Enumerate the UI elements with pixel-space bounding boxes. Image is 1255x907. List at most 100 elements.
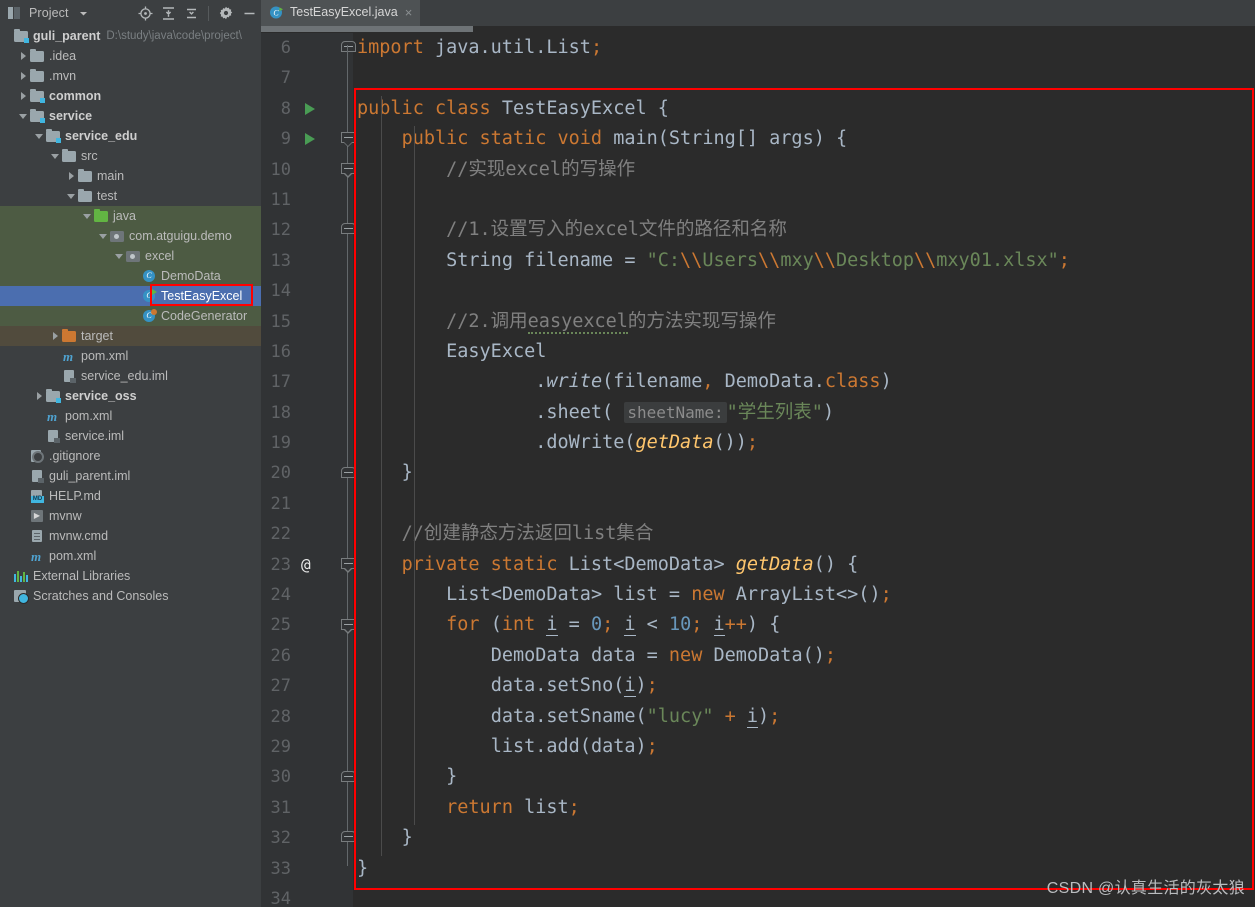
tree-item-label: TestEasyExcel — [161, 289, 243, 303]
tree-item-service[interactable]: service — [0, 106, 261, 126]
fold-expand-icon[interactable] — [341, 162, 356, 180]
collapse-all-icon[interactable] — [181, 3, 201, 23]
tree-arrow[interactable] — [18, 86, 29, 106]
tree-root-guli_parent[interactable]: guli_parent D:\study\java\code\project\ — [0, 26, 261, 46]
code-line-23[interactable]: private static List<DemoData> getData() … — [357, 550, 1255, 580]
tree-item-service.iml[interactable]: service.iml — [0, 426, 261, 446]
code-line-32[interactable]: } — [357, 823, 1255, 853]
tree-item-java[interactable]: java — [0, 206, 261, 226]
tree-item-main[interactable]: main — [0, 166, 261, 186]
code-editor[interactable]: 6 7 8 9 10 11 12 13 14 15 16 17 18 19 20 21 22 23 @24 25 26 2… — [261, 26, 1255, 907]
tree-item-pom.xml[interactable]: m pom.xml — [0, 346, 261, 366]
code-line-12[interactable]: //1.设置写入的excel文件的路径和名称 — [357, 215, 1255, 245]
code-line-9[interactable]: public static void main(String[] args) { — [357, 124, 1255, 154]
tree-item-.idea[interactable]: .idea — [0, 46, 261, 66]
tree-arrow[interactable] — [34, 386, 45, 406]
code-line-17[interactable]: .write(filename, DemoData.class) — [357, 367, 1255, 397]
chevron-down-icon[interactable] — [74, 3, 94, 23]
code-line-14[interactable] — [357, 276, 1255, 306]
scrollbar-thumb[interactable] — [261, 26, 473, 32]
expand-all-icon[interactable] — [158, 3, 178, 23]
tree-arrow[interactable] — [66, 186, 77, 206]
code-line-7[interactable] — [357, 63, 1255, 93]
tree-item-test[interactable]: test — [0, 186, 261, 206]
code-line-27[interactable]: data.setSno(i); — [357, 671, 1255, 701]
line-number: 22 — [270, 524, 291, 545]
tree-item-service_edu.iml[interactable]: service_edu.iml — [0, 366, 261, 386]
tree-item-excel[interactable]: excel — [0, 246, 261, 266]
code-line-28[interactable]: data.setSname("lucy" + i); — [357, 702, 1255, 732]
tree-item-com.atguigu.demo[interactable]: com.atguigu.demo — [0, 226, 261, 246]
run-gutter-icon[interactable] — [305, 133, 315, 146]
tree-arrow[interactable] — [66, 166, 77, 186]
fold-collapse-icon[interactable] — [341, 831, 356, 846]
tree-item-scratches-and-consoles[interactable]: Scratches and Consoles — [0, 586, 261, 606]
tree-arrow[interactable] — [18, 106, 29, 126]
run-gutter-icon[interactable] — [305, 102, 315, 115]
project-toolwindow-header[interactable]: Project — [0, 0, 261, 26]
code-text[interactable]: import java.util.List; public class Test… — [357, 33, 1255, 907]
fold-collapse-icon[interactable] — [341, 41, 356, 56]
tree-arrow[interactable] — [34, 126, 45, 146]
tree-item-pom.xml[interactable]: m pom.xml — [0, 546, 261, 566]
settings-gear-icon[interactable] — [216, 3, 236, 23]
tree-item-testeasyexcel[interactable]: C TestEasyExcel — [0, 286, 261, 306]
tree-arrow[interactable] — [82, 206, 93, 226]
tree-item-demodata[interactable]: C DemoData — [0, 266, 261, 286]
tree-item-help.md[interactable]: HELP.md — [0, 486, 261, 506]
code-line-29[interactable]: list.add(data); — [357, 732, 1255, 762]
fold-expand-icon[interactable] — [341, 557, 356, 575]
tree-item-mvnw.cmd[interactable]: mvnw.cmd — [0, 526, 261, 546]
code-line-25[interactable]: for (int i = 0; i < 10; i++) { — [357, 610, 1255, 640]
code-line-19[interactable]: .doWrite(getData()); — [357, 428, 1255, 458]
code-line-8[interactable]: public class TestEasyExcel { — [357, 94, 1255, 124]
tree-arrow[interactable] — [50, 146, 61, 166]
tree-item-service_edu[interactable]: service_edu — [0, 126, 261, 146]
tree-arrow[interactable] — [2, 26, 13, 46]
minimize-icon[interactable] — [239, 3, 259, 23]
code-line-26[interactable]: DemoData data = new DemoData(); — [357, 641, 1255, 671]
tree-arrow[interactable] — [98, 226, 109, 246]
close-icon[interactable]: × — [404, 6, 414, 19]
code-line-22[interactable]: //创建静态方法返回list集合 — [357, 519, 1255, 549]
code-line-24[interactable]: List<DemoData> list = new ArrayList<>(); — [357, 580, 1255, 610]
tree-item-target[interactable]: target — [0, 326, 261, 346]
code-line-13[interactable]: String filename = "C:\\Users\\mxy\\Deskt… — [357, 246, 1255, 276]
code-line-21[interactable] — [357, 489, 1255, 519]
tree-arrow[interactable] — [18, 66, 29, 86]
code-line-15[interactable]: //2.调用easyexcel的方法实现写操作 — [357, 307, 1255, 337]
tree-item-guli_parent.iml[interactable]: guli_parent.iml — [0, 466, 261, 486]
tree-item-external-libraries[interactable]: External Libraries — [0, 566, 261, 586]
code-line-10[interactable]: //实现excel的写操作 — [357, 155, 1255, 185]
code-line-11[interactable] — [357, 185, 1255, 215]
tree-item-label: target — [81, 329, 113, 343]
tree-arrow[interactable] — [114, 246, 125, 266]
code-line-31[interactable]: return list; — [357, 793, 1255, 823]
code-folding-column[interactable] — [339, 33, 357, 907]
tree-arrow[interactable] — [18, 46, 29, 66]
tree-item-service_oss[interactable]: service_oss — [0, 386, 261, 406]
tree-item-src[interactable]: src — [0, 146, 261, 166]
tree-item-pom.xml[interactable]: m pom.xml — [0, 406, 261, 426]
tree-item-codegenerator[interactable]: C CodeGenerator — [0, 306, 261, 326]
tree-item-.mvn[interactable]: .mvn — [0, 66, 261, 86]
code-line-20[interactable]: } — [357, 458, 1255, 488]
fold-collapse-icon[interactable] — [341, 770, 356, 786]
code-line-18[interactable]: .sheet( sheetName: "学生列表") — [357, 398, 1255, 428]
code-line-16[interactable]: EasyExcel — [357, 337, 1255, 367]
tab-TestEasyExcel[interactable]: C TestEasyExcel.java × — [261, 0, 421, 26]
fold-collapse-icon[interactable] — [341, 223, 356, 238]
fold-collapse-icon[interactable] — [341, 466, 356, 482]
fold-expand-icon[interactable] — [341, 132, 356, 149]
tree-arrow[interactable] — [50, 326, 61, 346]
java-class-runnable-icon: C — [269, 5, 284, 20]
tree-item-.gitignore[interactable]: .gitignore — [0, 446, 261, 466]
project-tree[interactable]: guli_parent D:\study\java\code\project\ … — [0, 26, 261, 907]
editor-horizontal-scrollbar[interactable] — [261, 26, 1255, 33]
code-line-30[interactable]: } — [357, 762, 1255, 792]
locate-icon[interactable] — [135, 3, 155, 23]
code-line-6[interactable]: import java.util.List; — [357, 33, 1255, 63]
tree-item-common[interactable]: common — [0, 86, 261, 106]
tree-item-mvnw[interactable]: ▶ mvnw — [0, 506, 261, 526]
fold-expand-icon[interactable] — [341, 618, 356, 636]
